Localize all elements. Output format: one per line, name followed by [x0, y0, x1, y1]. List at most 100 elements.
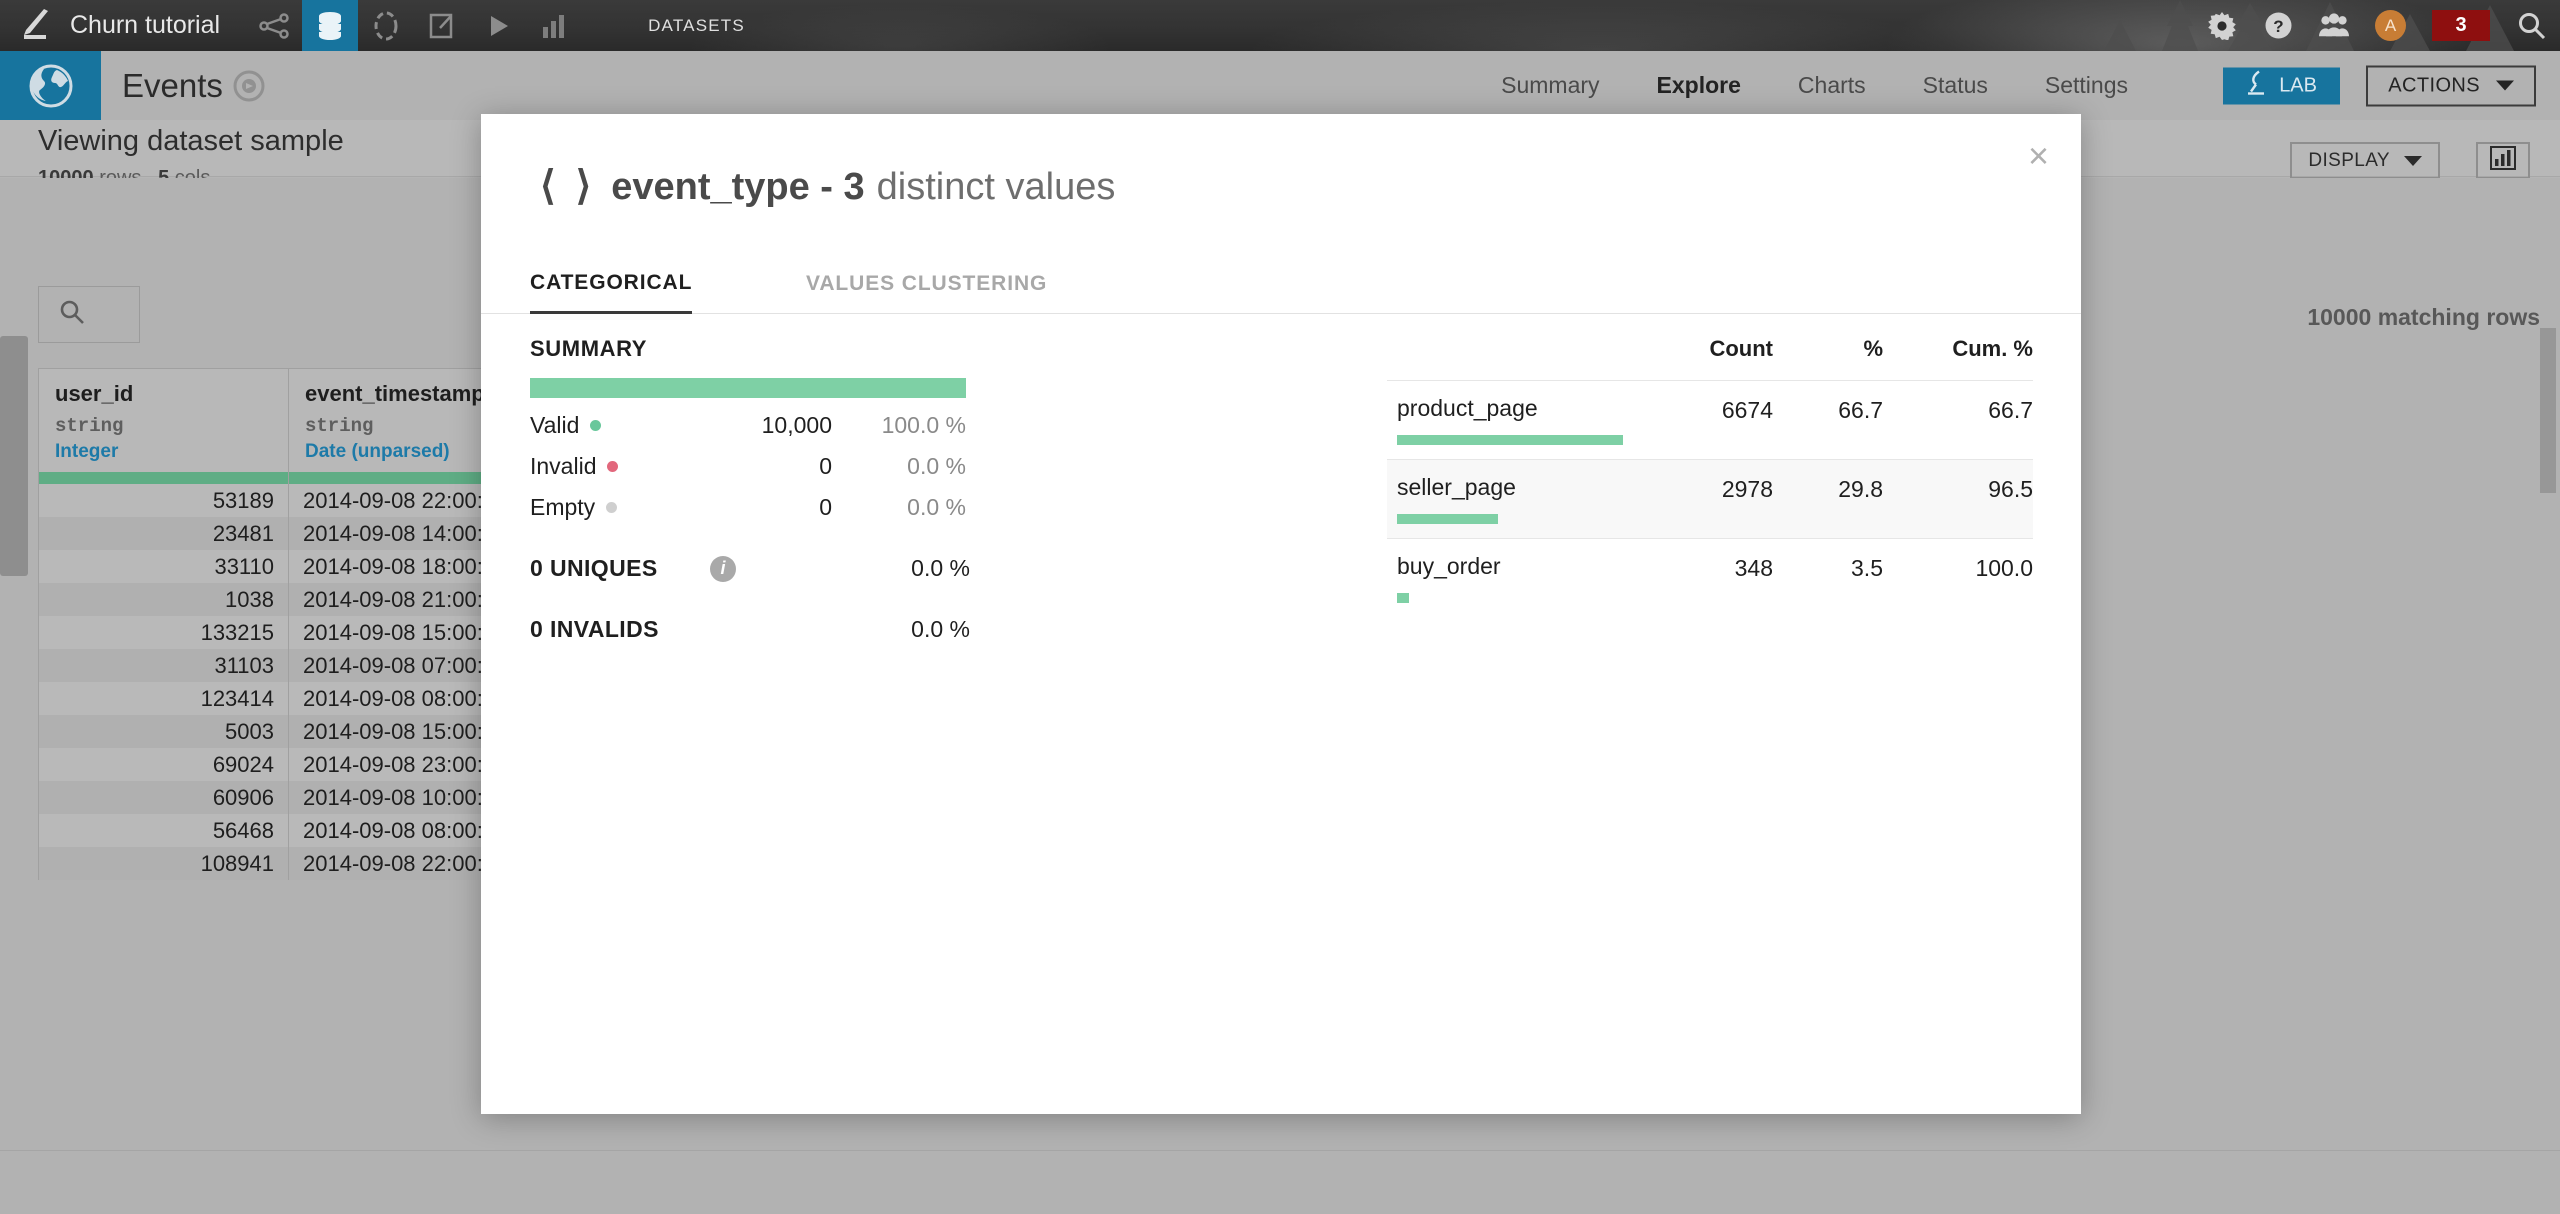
microscope-icon: [2246, 70, 2268, 102]
close-icon[interactable]: ×: [2028, 138, 2049, 174]
column-meaning[interactable]: Integer: [39, 441, 288, 472]
column-storage-type: string: [55, 415, 124, 437]
value-label: seller_page: [1397, 474, 1516, 500]
summary-row-pct: 0.0 %: [907, 453, 966, 479]
search-input[interactable]: [38, 286, 140, 343]
column-name: user_id: [55, 381, 134, 406]
tab-status[interactable]: Status: [1923, 72, 1988, 99]
values-header-count[interactable]: Count: [1623, 336, 1773, 362]
tab-categorical[interactable]: CATEGORICAL: [530, 254, 693, 314]
summary-label: SUMMARY: [530, 336, 648, 361]
section-label-datasets[interactable]: DATASETS: [648, 16, 745, 36]
value-cum: 100.0: [1975, 555, 2033, 581]
modal-title-light: distinct values: [876, 166, 1116, 208]
tab-values-clustering[interactable]: VALUES CLUSTERING: [806, 254, 1047, 314]
value-row[interactable]: product_page 6674 66.7 66.7: [1387, 380, 2033, 459]
invalids-pct: 0.0 %: [911, 616, 970, 642]
uniques-label: 0 UNIQUES: [530, 555, 658, 581]
tab-explore[interactable]: Explore: [1657, 72, 1741, 99]
actions-button[interactable]: ACTIONS: [2366, 65, 2536, 106]
info-icon[interactable]: i: [710, 555, 736, 582]
summary-valid-bar: [530, 378, 966, 398]
summary-row-empty: Empty 0 0.0 %: [530, 494, 970, 521]
value-row[interactable]: buy_order 348 3.5 100.0: [1387, 538, 2033, 617]
compass-badge-icon[interactable]: [233, 70, 265, 102]
value-name-wrap: product_page: [1387, 395, 1623, 445]
bottom-strip: [0, 1150, 2560, 1214]
vertical-scrollbar-right[interactable]: [2540, 328, 2556, 493]
summary-row-pct: 0.0 %: [907, 494, 966, 520]
tab-charts[interactable]: Charts: [1798, 72, 1866, 99]
page-title: Events: [122, 66, 223, 104]
svg-text:?: ?: [2273, 17, 2283, 36]
value-label: buy_order: [1397, 553, 1501, 579]
search-icon: [59, 299, 85, 330]
help-icon[interactable]: ?: [2263, 11, 2293, 41]
sample-title: Viewing dataset sample: [38, 125, 344, 157]
value-count: 2978: [1721, 476, 1773, 502]
empty-dot-icon: [606, 502, 618, 513]
cell-user-id: 123414: [38, 682, 289, 715]
vertical-scrollbar-left[interactable]: [0, 336, 28, 576]
chart-view-button[interactable]: [2476, 142, 2530, 179]
lab-label: LAB: [2279, 74, 2317, 96]
value-pct: 66.7: [1838, 397, 1883, 423]
nav-icon-flow[interactable]: [246, 0, 302, 51]
top-navigation-bar: Churn tutorial DATASETS ? A 3: [0, 0, 2560, 51]
tab-settings[interactable]: Settings: [2045, 72, 2128, 99]
value-pct: 29.8: [1838, 476, 1883, 502]
summary-row-invalid: Invalid 0 0.0 %: [530, 453, 970, 480]
summary-row-label: Valid: [530, 412, 580, 438]
summary-row-pct: 100.0 %: [881, 412, 966, 438]
value-cum: 96.5: [1988, 476, 2033, 502]
avatar[interactable]: A: [2375, 10, 2406, 41]
nav-icon-recipe[interactable]: [358, 0, 414, 51]
uniques-row: 0 UNIQUES i 0.0 %: [530, 555, 970, 582]
cell-user-id: 33110: [38, 550, 289, 583]
tab-summary[interactable]: Summary: [1501, 72, 1599, 99]
values-header-cum[interactable]: Cum. %: [1883, 336, 2033, 362]
display-label: DISPLAY: [2308, 149, 2390, 171]
value-bar: [1397, 435, 1623, 445]
dataset-header-bar: Events Summary Explore Charts Status Set…: [0, 51, 2560, 120]
nav-icon-bar-chart[interactable]: [526, 0, 582, 51]
cell-user-id: 69024: [38, 748, 289, 781]
column-header-user-id[interactable]: user_id string Integer: [38, 368, 289, 484]
notification-badge[interactable]: 3: [2432, 10, 2490, 41]
main-tabs: Summary Explore Charts Status Settings: [1501, 51, 2128, 120]
lab-button[interactable]: LAB: [2223, 67, 2340, 104]
bird-logo-icon[interactable]: [14, 6, 58, 46]
value-row[interactable]: seller_page 2978 29.8 96.5: [1387, 459, 2033, 538]
modal-tabs: CATEGORICAL VALUES CLUSTERING: [481, 254, 2081, 314]
summary-row-valid: Valid 10,000 100.0 %: [530, 412, 970, 439]
nav-icon-database[interactable]: [302, 0, 359, 51]
display-button[interactable]: DISPLAY: [2290, 142, 2440, 179]
values-header-pct[interactable]: %: [1773, 336, 1883, 362]
nav-icon-play[interactable]: [470, 0, 526, 51]
column-analysis-modal: × ⟨ ⟩ event_type - 3 distinct values CAT…: [481, 114, 2081, 1114]
active-section-caret: [820, 95, 842, 104]
matching-rows-count: 10000 matching rows: [2307, 304, 2540, 330]
cell-user-id: 23481: [38, 517, 289, 550]
summary-row-count: 0: [819, 494, 832, 520]
search-icon[interactable]: [2516, 11, 2546, 41]
chevron-right-icon[interactable]: ⟩: [566, 166, 602, 206]
distinct-values-panel: Count % Cum. % product_page 6674 66.7 66.7 s…: [1387, 336, 2033, 617]
value-bar: [1397, 514, 1498, 524]
column-quality-bar: [39, 472, 288, 484]
app-title[interactable]: Churn tutorial: [70, 11, 220, 40]
globe-icon[interactable]: [0, 51, 101, 120]
gear-icon[interactable]: [2207, 11, 2237, 41]
users-icon[interactable]: [2319, 11, 2349, 41]
summary-row-label: Empty: [530, 494, 596, 520]
value-count: 6674: [1721, 397, 1773, 423]
value-bar: [1397, 593, 1409, 603]
summary-panel: SUMMARY Valid 10,000 100.0 % Invalid 0 0…: [530, 336, 970, 643]
value-cum: 66.7: [1988, 397, 2033, 423]
invalids-label: 0 INVALIDS: [530, 616, 659, 642]
chevron-left-icon[interactable]: ⟨: [530, 166, 566, 206]
nav-icon-notebook-edit[interactable]: [414, 0, 470, 51]
modal-title-row: ⟨ ⟩ event_type - 3 distinct values: [530, 166, 1115, 209]
value-name-wrap: seller_page: [1387, 474, 1623, 524]
bar-chart-icon: [2490, 146, 2516, 175]
